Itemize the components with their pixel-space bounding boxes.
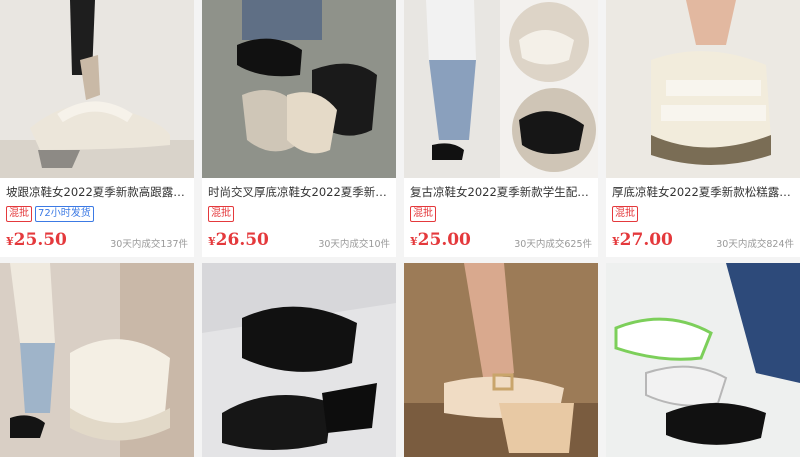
buckle-wedge-sandal-photo-icon[interactable] xyxy=(404,263,598,457)
product-card[interactable] xyxy=(0,263,194,457)
product-card[interactable]: 复古凉鞋女2022夏季新款学生配… 混批 ¥25.00 30天内成交625件 xyxy=(404,0,598,257)
price-value: 25.00 xyxy=(417,230,471,250)
currency-symbol: ¥ xyxy=(612,235,620,248)
tag-group: 混批 xyxy=(410,206,436,222)
mixed-wholesale-tag: 混批 xyxy=(208,206,234,222)
tag-group: 混批 xyxy=(208,206,234,222)
price: ¥27.00 xyxy=(612,230,673,250)
tag-group: 混批 xyxy=(612,206,638,222)
mixed-wholesale-tag: 混批 xyxy=(6,206,32,222)
price: ¥25.00 xyxy=(410,230,471,250)
shipping-tag: 72小时发货 xyxy=(35,206,94,222)
sales-count: 30天内成交824件 xyxy=(716,239,794,250)
product-card[interactable] xyxy=(606,263,800,457)
cross-strap-sandal-photo-icon[interactable] xyxy=(202,0,396,178)
velcro-platform-sandal-photo-icon[interactable] xyxy=(0,263,194,457)
product-card[interactable] xyxy=(404,263,598,457)
price: ¥25.50 xyxy=(6,230,67,250)
currency-symbol: ¥ xyxy=(6,235,14,248)
price: ¥26.50 xyxy=(208,230,269,250)
price-value: 25.50 xyxy=(13,230,67,250)
product-title[interactable]: 厚底凉鞋女2022夏季新款松糕露… xyxy=(612,184,794,200)
sales-count: 30天内成交137件 xyxy=(110,239,188,250)
tag-group: 混批 72小时发货 xyxy=(6,206,94,222)
currency-symbol: ¥ xyxy=(410,235,418,248)
sales-count: 30天内成交10件 xyxy=(318,239,390,250)
black-wedge-sandal-photo-icon[interactable] xyxy=(202,263,396,457)
product-card[interactable]: 坡跟凉鞋女2022夏季新款高跟露… 混批 72小时发货 ¥25.50 30天内成… xyxy=(0,0,194,257)
retro-sandal-photo-icon[interactable] xyxy=(404,0,598,178)
mixed-wholesale-tag: 混批 xyxy=(612,206,638,222)
price-value: 26.50 xyxy=(215,230,269,250)
sales-count: 30天内成交625件 xyxy=(514,239,592,250)
product-title[interactable]: 复古凉鞋女2022夏季新款学生配… xyxy=(410,184,592,200)
wedge-sandal-photo-icon[interactable] xyxy=(0,0,194,178)
product-card[interactable]: 厚底凉鞋女2022夏季新款松糕露… 混批 ¥27.00 30天内成交824件 xyxy=(606,0,800,257)
platform-sandal-photo-icon[interactable] xyxy=(606,0,800,178)
mixed-wholesale-tag: 混批 xyxy=(410,206,436,222)
price-value: 27.00 xyxy=(619,230,673,250)
product-title[interactable]: 坡跟凉鞋女2022夏季新款高跟露… xyxy=(6,184,188,200)
product-grid: 坡跟凉鞋女2022夏季新款高跟露… 混批 72小时发货 ¥25.50 30天内成… xyxy=(0,0,800,457)
product-card[interactable]: 时尚交叉厚底凉鞋女2022夏季新… 混批 ¥26.50 30天内成交10件 xyxy=(202,0,396,257)
sporty-sandal-photo-icon[interactable] xyxy=(606,263,800,457)
product-title[interactable]: 时尚交叉厚底凉鞋女2022夏季新… xyxy=(208,184,390,200)
product-card[interactable] xyxy=(202,263,396,457)
currency-symbol: ¥ xyxy=(208,235,216,248)
